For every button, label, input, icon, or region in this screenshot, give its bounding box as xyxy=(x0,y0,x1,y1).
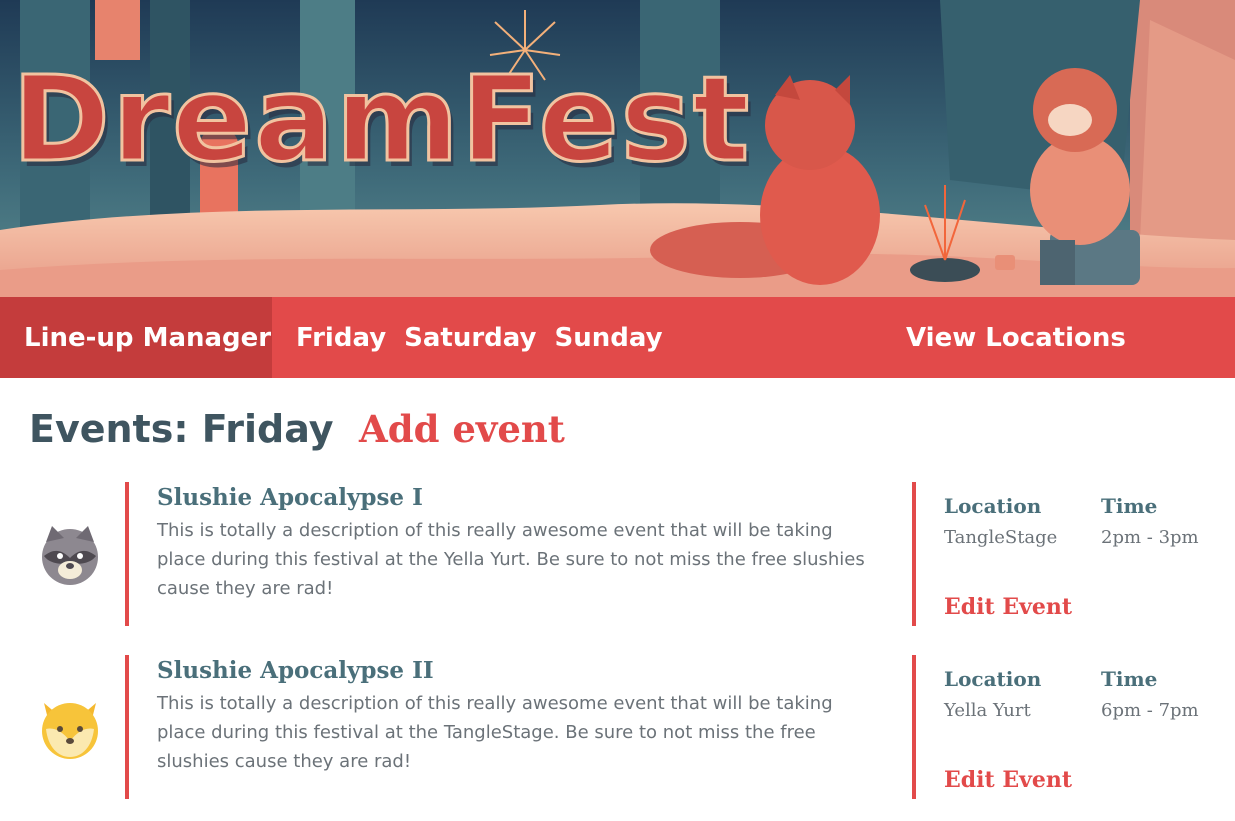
nav-brand-label: Line-up Manager xyxy=(24,322,272,353)
location-label: Location xyxy=(944,667,1042,691)
nav-brand[interactable]: Line-up Manager xyxy=(0,297,272,378)
hero-banner: DreamFest xyxy=(0,0,1235,297)
festival-logo: DreamFest xyxy=(10,50,752,188)
event-card: Slushie Apocalypse II This is totally a … xyxy=(0,655,1235,799)
tab-sunday[interactable]: Sunday xyxy=(554,323,662,353)
event-title[interactable]: Slushie Apocalypse I xyxy=(157,484,423,511)
event-accent-bar xyxy=(125,482,129,626)
edit-event-button[interactable]: Edit Event xyxy=(944,767,1072,793)
raccoon-avatar-icon xyxy=(42,526,98,585)
tab-saturday[interactable]: Saturday xyxy=(404,323,536,353)
tab-friday[interactable]: Friday xyxy=(296,323,386,353)
event-description: This is totally a description of this re… xyxy=(157,520,865,599)
day-tabs: Friday Saturday Sunday xyxy=(296,297,681,378)
location-value: Yella Yurt xyxy=(944,700,1031,721)
event-title[interactable]: Slushie Apocalypse II xyxy=(157,657,434,684)
view-locations-link[interactable]: View Locations xyxy=(906,297,1126,378)
time-label: Time xyxy=(1101,667,1158,691)
time-value: 2pm - 3pm xyxy=(1101,527,1199,548)
add-event-button[interactable]: Add event xyxy=(359,407,565,451)
event-meta-divider xyxy=(912,655,916,799)
time-label: Time xyxy=(1101,494,1158,518)
location-value: TangleStage xyxy=(944,527,1058,548)
event-card: Slushie Apocalypse I This is totally a d… xyxy=(0,482,1235,626)
view-locations-label: View Locations xyxy=(906,322,1126,353)
event-meta-divider xyxy=(912,482,916,626)
event-accent-bar xyxy=(125,655,129,799)
page-title: Events: Friday xyxy=(29,407,334,451)
location-label: Location xyxy=(944,494,1042,518)
event-description: This is totally a description of this re… xyxy=(157,693,833,772)
edit-event-button[interactable]: Edit Event xyxy=(944,594,1072,620)
main-nav: Line-up Manager Friday Saturday Sunday V… xyxy=(0,297,1235,378)
fox-avatar-icon xyxy=(42,703,98,759)
time-value: 6pm - 7pm xyxy=(1101,700,1199,721)
